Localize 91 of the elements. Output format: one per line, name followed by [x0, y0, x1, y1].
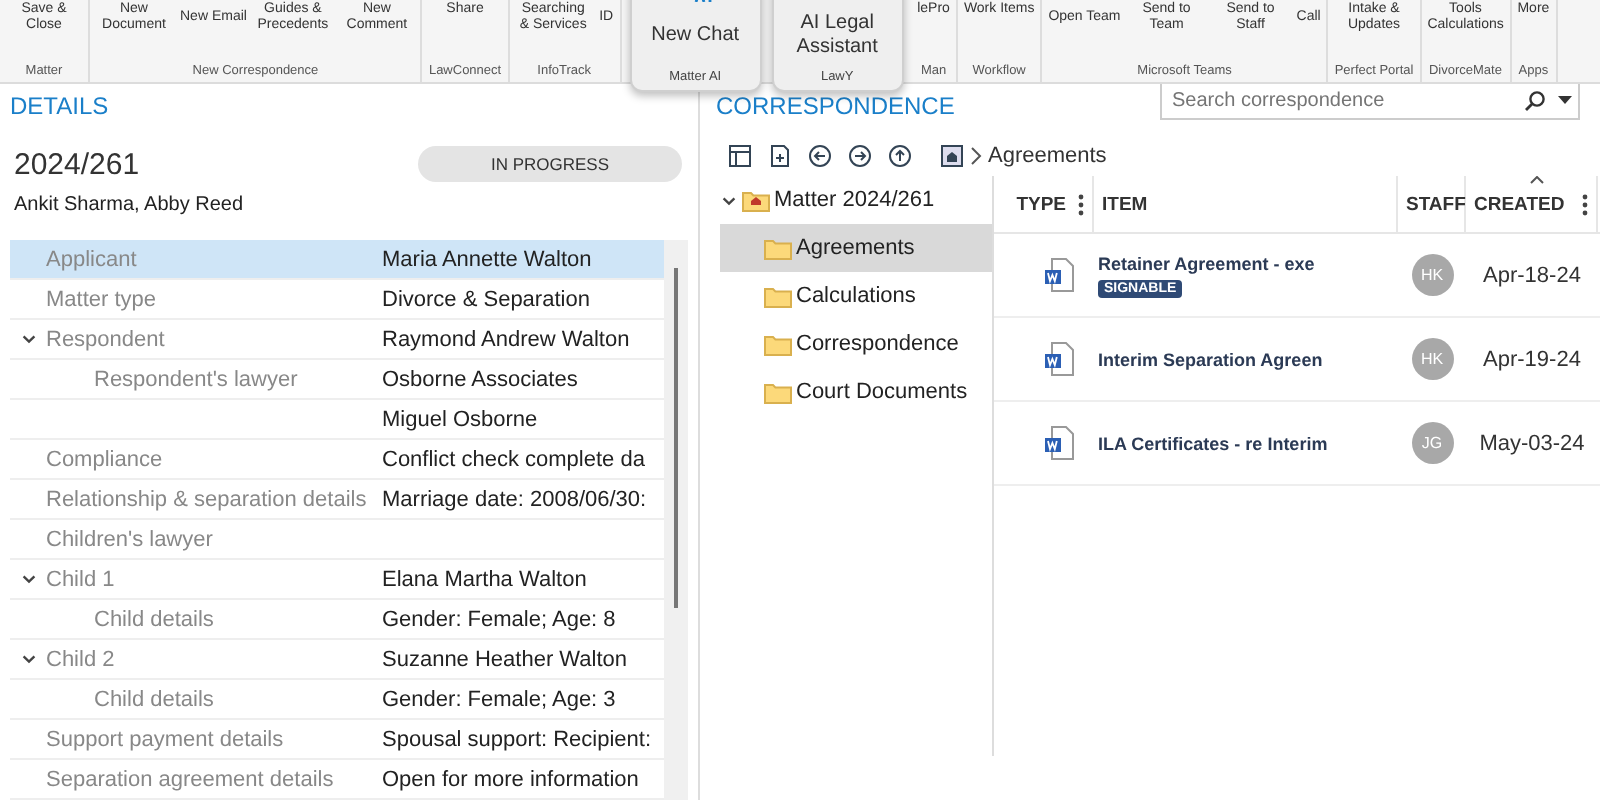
field-value: Open for more information	[382, 767, 639, 791]
detail-row[interactable]: Children's lawyer	[10, 520, 664, 560]
layout-icon[interactable]	[728, 144, 752, 168]
field-label: Children's lawyer	[46, 527, 213, 551]
detail-row[interactable]: Matter type Divorce & Separation	[10, 280, 664, 320]
field-value: Marriage date: 2008/06/30:	[382, 487, 647, 511]
field-value: Raymond Andrew Walton	[382, 327, 630, 351]
status-pill: IN PROGRESS	[418, 146, 682, 182]
column-header[interactable]: CREATED	[1474, 193, 1565, 215]
detail-row[interactable]: Child 2 Suzanne Heather Walton	[10, 640, 664, 680]
staff-names: Ankit Sharma, Abby Reed	[14, 194, 246, 216]
folder-icon	[764, 285, 792, 307]
folder-icon	[764, 237, 792, 259]
field-value: Maria Annette Walton	[382, 247, 592, 271]
detail-row[interactable]: Child 1 Elana Martha Walton	[10, 560, 664, 600]
breadcrumb[interactable]: Agreements	[988, 144, 1107, 168]
chevron-down-icon[interactable]	[19, 330, 37, 348]
staff-avatar: HK	[1411, 254, 1453, 296]
folder-icon	[764, 381, 792, 403]
matter-number: 2024/261	[14, 147, 140, 181]
field-label: Child 1	[46, 567, 115, 591]
folder-icon	[764, 333, 792, 355]
field-value: Gender: Female; Age: 3	[382, 687, 616, 711]
ai-button[interactable]: New Chat	[651, 24, 740, 48]
detail-row[interactable]: Respondent's lawyer Osborne Associates	[10, 360, 664, 400]
detail-row[interactable]: Compliance Conflict check complete da	[10, 440, 664, 480]
word-document-icon	[1044, 426, 1074, 460]
more-icon[interactable]	[1582, 193, 1588, 215]
created-date: Apr-19-24	[1483, 347, 1581, 371]
chevron-right-icon	[970, 146, 982, 166]
field-label: Support payment details	[46, 727, 284, 751]
document-title[interactable]: ILA Certificates - re Interim	[1098, 433, 1328, 453]
detail-row[interactable]: Separation agreement details Open for more information	[10, 760, 664, 800]
staff-avatar: JG	[1411, 422, 1453, 464]
field-value: Conflict check complete da	[382, 447, 645, 471]
field-value: Suzanne Heather Walton	[382, 647, 627, 671]
detail-row[interactable]: Child details Gender: Female; Age: 8	[10, 600, 664, 640]
field-value: Spousal support: Recipient:	[382, 727, 652, 751]
tree-item[interactable]: Agreements	[720, 224, 992, 272]
tree-item[interactable]: Matter 2024/261	[716, 176, 992, 224]
tree-item[interactable]: Correspondence	[720, 320, 992, 368]
new-file-icon[interactable]	[768, 144, 792, 168]
field-label: Respondent	[46, 327, 165, 351]
document-title[interactable]: Retainer Agreement - exe	[1098, 253, 1315, 273]
dropdown-icon[interactable]	[1558, 95, 1572, 105]
forward-icon[interactable]	[848, 144, 872, 168]
field-label: Applicant	[46, 247, 137, 271]
field-label: Matter type	[46, 287, 157, 311]
created-date: May-03-24	[1479, 431, 1585, 455]
home-icon[interactable]	[940, 144, 964, 168]
scrollbar[interactable]	[664, 240, 688, 800]
more-icon[interactable]	[1078, 193, 1084, 215]
field-value: Osborne Associates	[382, 367, 578, 391]
back-icon[interactable]	[808, 144, 832, 168]
document-title[interactable]: Interim Separation Agreen	[1098, 349, 1323, 369]
field-value: Gender: Female; Age: 8	[382, 607, 616, 631]
search-field[interactable]: Search correspondence	[1160, 84, 1580, 120]
home-folder-icon	[742, 189, 770, 211]
field-value: Elana Martha Walton	[382, 567, 587, 591]
chevron-down-icon[interactable]	[19, 570, 37, 588]
section-heading: CORRESPONDENCE	[716, 92, 955, 120]
tree-item[interactable]: Calculations	[720, 272, 992, 320]
word-document-icon	[1044, 258, 1074, 292]
field-value: Divorce & Separation	[382, 287, 590, 311]
field-label: Respondent's lawyer	[94, 367, 298, 391]
field-value: Miguel Osborne	[382, 407, 538, 431]
detail-row[interactable]: Miguel Osborne	[10, 400, 664, 440]
detail-row[interactable]: Child details Gender: Female; Age: 3	[10, 680, 664, 720]
chevron-down-icon[interactable]	[19, 650, 37, 668]
detail-row[interactable]: Relationship & separation details Marriage date: 2008/06/30:	[10, 480, 664, 520]
column-header[interactable]: STAFF	[1406, 193, 1466, 215]
field-label: Separation agreement details	[46, 767, 334, 791]
search-icon[interactable]	[1524, 89, 1546, 111]
detail-row[interactable]: Respondent Raymond Andrew Walton	[10, 320, 664, 360]
up-icon[interactable]	[888, 144, 912, 168]
sort-ascending-icon	[1530, 176, 1544, 184]
field-label: Relationship & separation details	[46, 487, 367, 511]
detail-row[interactable]: Applicant Maria Annette Walton	[10, 240, 664, 280]
field-label: Child details	[94, 607, 214, 631]
field-label: Child 2	[46, 647, 115, 671]
section-heading: DETAILS	[10, 92, 111, 120]
ai-button[interactable]: AI Legal Assistant	[773, 11, 902, 59]
detail-row[interactable]: Support payment details Spousal support: Recipient:	[10, 720, 664, 760]
created-date: Apr-18-24	[1483, 263, 1581, 287]
field-label: Child details	[94, 687, 214, 711]
word-document-icon	[1044, 342, 1074, 376]
column-header[interactable]: ITEM	[1102, 193, 1148, 215]
staff-avatar: HK	[1411, 338, 1453, 380]
tree-item[interactable]: Court Documents	[720, 368, 992, 416]
column-header[interactable]: TYPE	[1016, 193, 1066, 215]
field-label: Compliance	[46, 447, 163, 471]
